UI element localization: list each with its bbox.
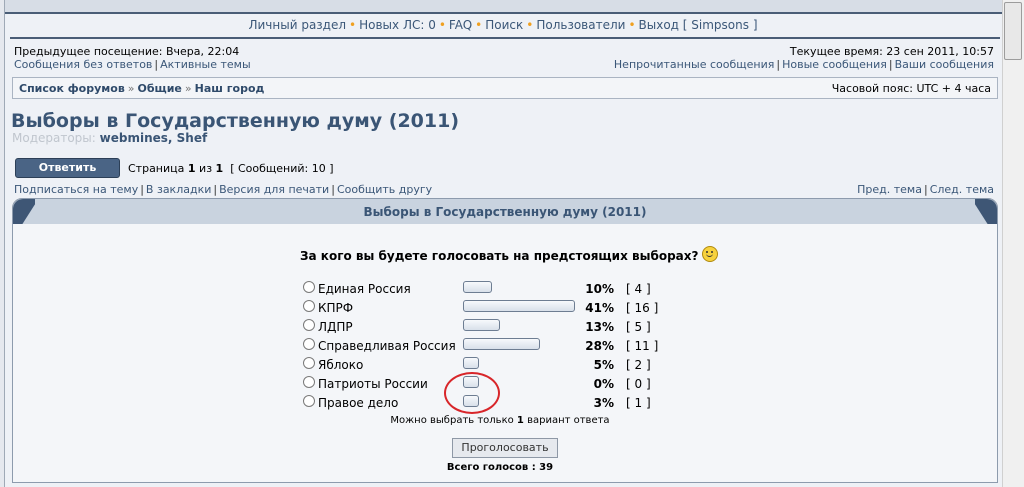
breadcrumb-bar: Список форумов» Общие» Наш город Часовой п… [12, 77, 998, 99]
vote-button[interactable]: Проголосовать [452, 438, 558, 458]
poll-option-percent: 41% [585, 301, 614, 315]
subscribe-link[interactable]: Подписаться на тему [14, 183, 138, 196]
nav-separator: • [349, 18, 357, 32]
poll-option-bar [463, 281, 492, 293]
poll-option-percent: 28% [585, 339, 614, 353]
active-topics-link[interactable]: Активные темы [160, 58, 251, 71]
nav-logout[interactable]: Выход [ Simpsons ] [639, 18, 758, 32]
post-count: [ Сообщений: 10 ] [230, 162, 334, 175]
poll-option-percent: 3% [593, 396, 614, 410]
poll-option-label: Яблоко [318, 358, 364, 372]
nav-new-pm[interactable]: Новых ЛС: 0 [359, 18, 436, 32]
poll-header-title: Выборы в Государственную думу (2011) [363, 205, 647, 219]
new-posts-link[interactable]: Новые сообщения [782, 58, 887, 71]
topic-tools: Подписаться на тему | В закладки | Версия дл… [14, 183, 433, 196]
breadcrumb-separator: » [184, 82, 192, 95]
next-topic-link[interactable]: След. тема [930, 183, 994, 196]
poll-option-votes: [ 16 ] [626, 301, 659, 315]
bookmark-link[interactable]: В закладки [146, 183, 211, 196]
poll-option-percent: 10% [585, 282, 614, 296]
moderators: Модераторы: webmines, Shef [12, 131, 207, 145]
nav-users[interactable]: Пользователи [536, 18, 625, 32]
poll-option-votes: [ 2 ] [626, 358, 651, 372]
scrollbar-thumb[interactable] [1004, 2, 1022, 60]
poll-option: ЛДПР 13% [ 5 ] [0, 317, 1000, 336]
poll-option-percent: 5% [593, 358, 614, 372]
moderators-list[interactable]: webmines, Shef [100, 131, 208, 145]
topic-nav: Пред. тема | След. тема [857, 183, 994, 196]
email-friend-link[interactable]: Сообщить другу [337, 183, 432, 196]
poll-option-radio[interactable] [303, 300, 315, 312]
nav-separator: • [628, 18, 636, 32]
prev-topic-link[interactable]: Пред. тема [857, 183, 922, 196]
nav-faq[interactable]: FAQ [449, 18, 472, 32]
poll-option: Правое дело 3% [ 1 ] [0, 393, 1000, 412]
divider [10, 37, 1000, 39]
topic-title[interactable]: Выборы в Государственную думу (2011) [11, 110, 459, 132]
poll-option-label: Справедливая Россия [318, 339, 456, 353]
breadcrumb-forums[interactable]: Список форумов [19, 82, 125, 95]
poll-option-label: ЛДПР [318, 320, 353, 334]
poll-limit-note: Можно выбрать только 1 вариант ответа [390, 415, 610, 426]
current-time: Текущее время: 23 сен 2011, 10:57 [789, 45, 994, 58]
nav-separator: • [526, 18, 534, 32]
poll-option-bar [463, 338, 540, 350]
poll-option-votes: [ 11 ] [626, 339, 659, 353]
poll-option: Патриоты России 0% [ 0 ] [0, 374, 1000, 393]
poll-option-bar [463, 357, 479, 369]
breadcrumb-our-city[interactable]: Наш город [195, 82, 265, 95]
poll-option-votes: [ 1 ] [626, 396, 651, 410]
poll-option-label: Патриоты России [318, 377, 428, 391]
poll-option-label: КПРФ [318, 301, 354, 315]
your-posts-link[interactable]: Ваши сообщения [895, 58, 994, 71]
poll-option-votes: [ 5 ] [626, 320, 651, 334]
poll-option-label: Единая Россия [318, 282, 411, 296]
poll-option-votes: [ 4 ] [626, 282, 651, 296]
poll-option-label: Правое дело [318, 396, 399, 410]
visit-info-right: Текущее время: 23 сен 2011, 10:57 Непроч… [613, 45, 994, 71]
poll-option-votes: [ 0 ] [626, 377, 651, 391]
print-link[interactable]: Версия для печати [219, 183, 329, 196]
nav-search[interactable]: Поиск [485, 18, 523, 32]
poll-option-radio[interactable] [303, 319, 315, 331]
unread-link[interactable]: Непрочитанные сообщения [614, 58, 774, 71]
poll-header: Выборы в Государственную думу (2011) [12, 198, 998, 226]
smiley-icon [702, 246, 719, 262]
breadcrumb-separator: » [127, 82, 135, 95]
nav-separator: • [475, 18, 483, 32]
poll-option-radio[interactable] [303, 357, 315, 369]
red-annotation-circle [444, 372, 500, 414]
poll-option-radio[interactable] [303, 338, 315, 350]
moderators-label: Модераторы: [12, 131, 96, 145]
poll-option-percent: 0% [593, 377, 614, 391]
unanswered-link[interactable]: Сообщения без ответов [14, 58, 152, 71]
timezone: Часовой пояс: UTC + 4 часа [831, 82, 991, 95]
scrollbar[interactable] [1002, 0, 1024, 487]
visit-info-left: Предыдущее посещение: Вчера, 22:04 Сообщ… [14, 45, 251, 71]
nav-separator: • [438, 18, 446, 32]
poll-option: Справедливая Россия 28% [ 11 ] [0, 336, 1000, 355]
poll-option: Единая Россия 10% [ 4 ] [0, 279, 1000, 298]
poll-option-bar [463, 300, 575, 312]
poll-option-radio[interactable] [303, 395, 315, 407]
total-votes: Всего голосов : 39 [446, 462, 554, 473]
poll-option-radio[interactable] [303, 281, 315, 293]
poll-option-percent: 13% [585, 320, 614, 334]
poll-option-bar [463, 319, 500, 331]
poll-option: КПРФ 41% [ 16 ] [0, 298, 1000, 317]
poll-option: Яблоко 5% [ 2 ] [0, 355, 1000, 374]
breadcrumb-general[interactable]: Общие [138, 82, 182, 95]
top-band [5, 0, 1003, 14]
poll-question: За кого вы будете голосовать на предстоя… [300, 246, 719, 263]
breadcrumb: Список форумов» Общие» Наш город [19, 82, 264, 95]
top-nav: Личный раздел • Новых ЛС: 0 • FAQ • Поиск • Поль… [4, 15, 1002, 35]
poll-option-radio[interactable] [303, 376, 315, 388]
nav-personal[interactable]: Личный раздел [248, 18, 346, 32]
prev-visit: Предыдущее посещение: Вчера, 22:04 [14, 45, 240, 58]
reply-button[interactable]: Ответить [15, 158, 120, 178]
page-info: Страница 1 из 1 [ Сообщений: 10 ] [128, 162, 334, 175]
